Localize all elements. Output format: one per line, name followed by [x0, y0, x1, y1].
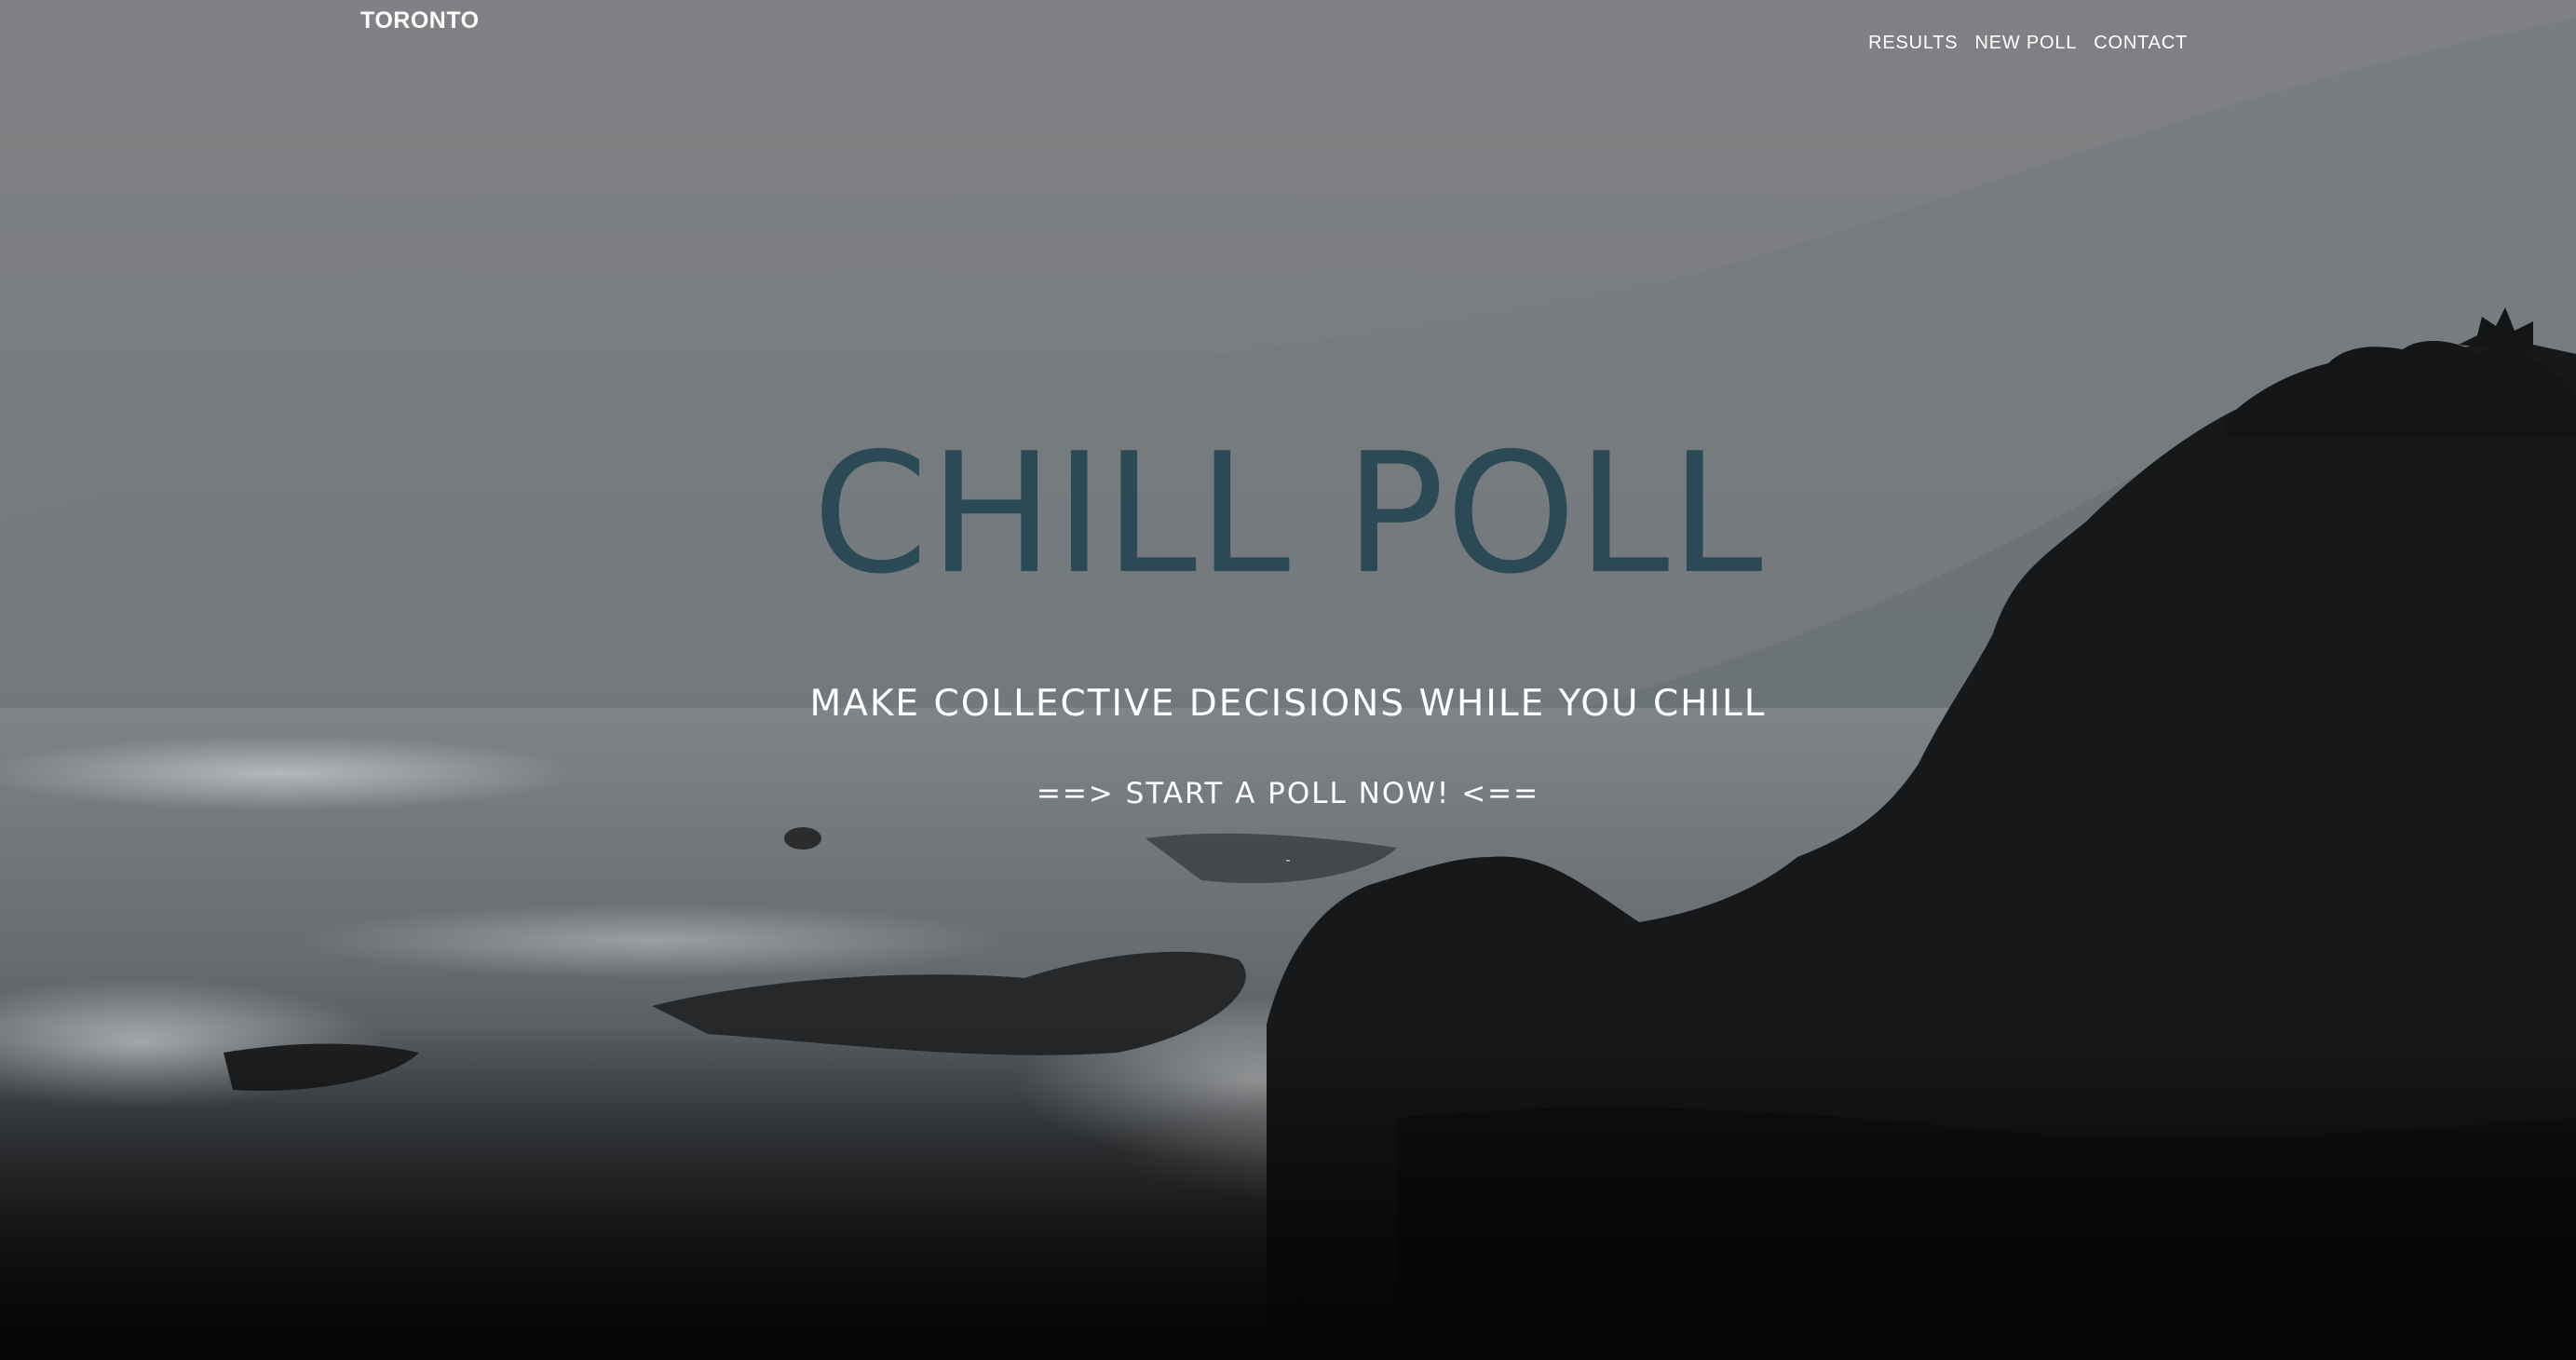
main-nav: RESULTS NEW POLL CONTACT [1868, 33, 2188, 54]
start-poll-link[interactable]: ==> START A POLL NOW! <== [1037, 777, 1539, 810]
hero-background-image [0, 0, 2576, 1360]
hero-title: CHILL POLL [812, 417, 1764, 610]
nav-link-new-poll[interactable]: NEW POLL [1974, 33, 2077, 54]
brand-logo[interactable]: TORONTO [360, 7, 480, 34]
nav-link-contact[interactable]: CONTACT [2094, 33, 2188, 54]
hero-divider: - [1285, 852, 1291, 868]
nav-link-results[interactable]: RESULTS [1868, 33, 1958, 54]
hero-tagline: MAKE COLLECTIVE DECISIONS WHILE YOU CHIL… [809, 683, 1767, 725]
landing-page: TORONTO RESULTS NEW POLL CONTACT CHILL P… [0, 0, 2576, 1360]
cta-container: ==> START A POLL NOW! <== [0, 777, 2576, 810]
